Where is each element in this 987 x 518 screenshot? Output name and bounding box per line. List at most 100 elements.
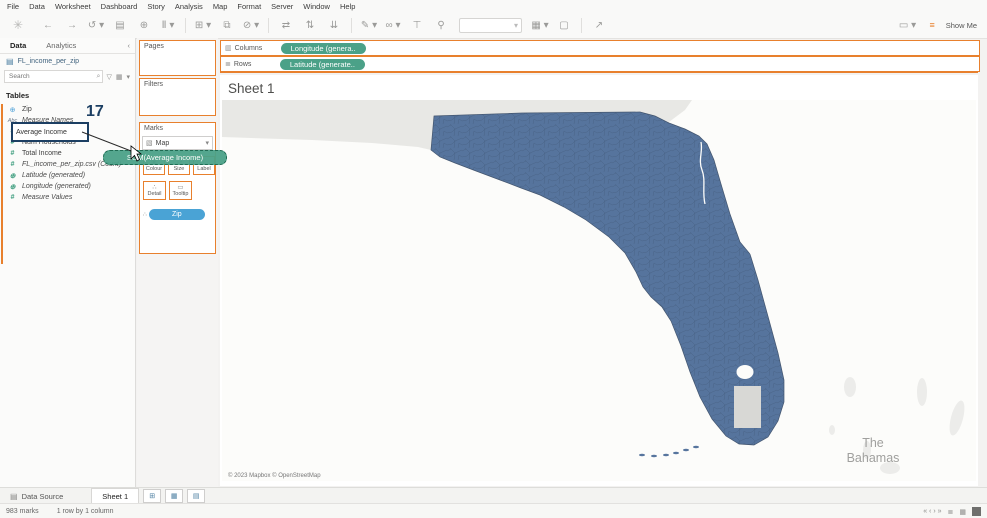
menu-item[interactable]: File: [7, 2, 19, 11]
menu-item[interactable]: Analysis: [175, 2, 203, 11]
colour-button-label: Colour: [146, 166, 162, 172]
zip-pill[interactable]: Zip: [149, 209, 205, 220]
rows-icon: ≣: [225, 60, 231, 68]
size-button-label: Size: [174, 166, 185, 172]
highlight-icon[interactable]: ✎ ▾: [357, 20, 381, 31]
save-icon[interactable]: ▤: [108, 20, 132, 31]
pause-updates-icon[interactable]: Ⅱ ▾: [156, 20, 180, 31]
swap-rows-columns-icon[interactable]: ⇄: [274, 20, 298, 31]
add-data-source-icon[interactable]: ⊕: [132, 20, 156, 31]
average-income-field-highlight[interactable]: Average Income: [11, 122, 89, 142]
new-story-icon[interactable]: ▤: [187, 489, 205, 503]
sort-ascending-icon[interactable]: ⇅: [298, 20, 322, 31]
data-source-row[interactable]: ▤ FL_income_per_zip: [0, 54, 135, 68]
toolbar-separator: [581, 18, 582, 33]
number-icon: #: [7, 194, 18, 201]
tab-data[interactable]: Data: [0, 38, 36, 53]
globe-icon: ⊕: [7, 183, 18, 191]
back-icon[interactable]: ←: [36, 20, 60, 31]
toolbar-separator: [268, 18, 269, 33]
mark-type-dropdown[interactable]: ▧ Map ▾: [142, 136, 213, 150]
menu-item[interactable]: Format: [237, 2, 261, 11]
chevron-down-icon[interactable]: ▾: [125, 73, 131, 81]
map-attribution: © 2023 Mapbox © OpenStreetMap: [228, 473, 321, 479]
field-label: Longitude (generated): [22, 183, 91, 190]
show-me-icon: ≡: [929, 20, 935, 30]
menu-item[interactable]: Map: [213, 2, 228, 11]
toolbar-separator: [185, 18, 186, 33]
new-worksheet-icon[interactable]: ⊞: [143, 489, 161, 503]
menu-item[interactable]: Data: [29, 2, 45, 11]
step-number-annotation: 17: [86, 103, 104, 121]
duplicate-sheet-icon[interactable]: ⧉: [215, 20, 239, 31]
field-label: Total Income: [22, 150, 62, 157]
rows-shelf[interactable]: ≣ Rows Latitude (generate..: [220, 56, 980, 72]
dragged-sum-average-income-pill[interactable]: SUM(Average Income): [103, 150, 227, 165]
tableau-logo-icon[interactable]: ✳: [6, 18, 30, 32]
cells-icon[interactable]: ▦ ▾: [528, 20, 552, 31]
share-icon[interactable]: ↗: [587, 20, 611, 31]
menu-item[interactable]: Worksheet: [55, 2, 91, 11]
field-row[interactable]: ⊕Zip: [0, 104, 135, 115]
data-source-name: FL_income_per_zip: [18, 58, 79, 65]
grid-view-icon[interactable]: ▦: [959, 508, 966, 516]
menu-item[interactable]: Help: [340, 2, 355, 11]
tooltip-button-label: Tooltip: [173, 191, 189, 197]
detail-shelf-icon: ∴: [143, 211, 147, 218]
status-indicator: [972, 507, 981, 516]
sort-descending-icon[interactable]: ⇊: [322, 20, 346, 31]
new-worksheet-icon[interactable]: ⊞ ▾: [191, 20, 215, 31]
globe-icon: ⊕: [7, 106, 18, 114]
show-mark-labels-icon[interactable]: ⊤: [405, 20, 429, 31]
sheet1-tab[interactable]: Sheet 1: [91, 488, 139, 505]
presentation-mode-icon[interactable]: ▢: [552, 20, 576, 31]
tableau-window: File Data Worksheet Dashboard Story Anal…: [0, 0, 987, 518]
view-options-icon[interactable]: ▦: [115, 73, 124, 81]
longitude-pill[interactable]: Longitude (genera..: [281, 43, 366, 54]
tab-analytics[interactable]: Analytics: [36, 38, 86, 53]
tooltip-dropdown-icon[interactable]: ▭ ▾: [895, 20, 919, 31]
menu-item[interactable]: Story: [147, 2, 165, 11]
page-navigation-icons[interactable]: « ‹ › »: [923, 508, 941, 515]
collapse-pane-icon[interactable]: ‹: [128, 41, 136, 50]
data-source-tab[interactable]: ▤ Data Source: [0, 488, 73, 504]
toolbar-separator: [351, 18, 352, 33]
field-row[interactable]: ⊕Latitude (generated): [0, 170, 135, 181]
filters-shelf[interactable]: Filters: [139, 78, 216, 116]
new-dashboard-icon[interactable]: ▦: [165, 489, 183, 503]
detail-button[interactable]: ∴ Detail: [143, 181, 166, 200]
bahamas-label: The: [862, 436, 884, 450]
fix-axes-icon[interactable]: ⚲: [429, 20, 453, 31]
fit-selector[interactable]: ▾: [459, 18, 522, 33]
search-row: ⌕ ▽ ▦ ▾: [4, 70, 131, 83]
data-pane: Data Analytics ‹ ▤ FL_income_per_zip ⌕ ▽…: [0, 38, 136, 487]
latitude-pill[interactable]: Latitude (generate..: [280, 59, 365, 70]
forward-icon[interactable]: →: [60, 20, 84, 31]
menu-bar: File Data Worksheet Dashboard Story Anal…: [0, 0, 987, 12]
field-row[interactable]: #Measure Values: [0, 192, 135, 203]
filter-fields-icon[interactable]: ▽: [105, 73, 112, 81]
mark-type-value: Map: [156, 140, 170, 147]
group-members-icon[interactable]: ∞ ▾: [381, 20, 405, 31]
search-box[interactable]: ⌕: [4, 70, 103, 83]
field-label: Latitude (generated): [22, 172, 85, 179]
field-row[interactable]: ⊕ Longitude (generated): [0, 181, 135, 192]
menu-item[interactable]: Dashboard: [101, 2, 138, 11]
show-me-button[interactable]: Show Me: [946, 21, 977, 30]
layout-summary: 1 row by 1 column: [57, 508, 114, 515]
pages-shelf[interactable]: Pages: [139, 40, 216, 76]
pane-tabs: Data Analytics ‹: [0, 38, 135, 54]
tables-header: Tables: [0, 83, 135, 100]
menu-item[interactable]: Server: [271, 2, 293, 11]
list-view-icon[interactable]: ≣: [948, 508, 954, 516]
clear-sheet-icon[interactable]: ⊘ ▾: [239, 20, 263, 31]
menu-item[interactable]: Window: [303, 2, 330, 11]
number-icon: #: [7, 161, 18, 168]
marks-card: Marks ▧ Map ▾ ◉ Colour ∘• Size ⊤ Label: [139, 122, 216, 254]
undo-icon[interactable]: ↺ ▾: [84, 20, 108, 31]
map-icon: ▧: [146, 139, 153, 147]
search-input[interactable]: [7, 72, 69, 81]
columns-shelf[interactable]: ▥ Columns Longitude (genera..: [220, 40, 980, 56]
map-view[interactable]: The Bahamas: [222, 100, 976, 481]
tooltip-button[interactable]: ▭ Tooltip: [169, 181, 192, 200]
